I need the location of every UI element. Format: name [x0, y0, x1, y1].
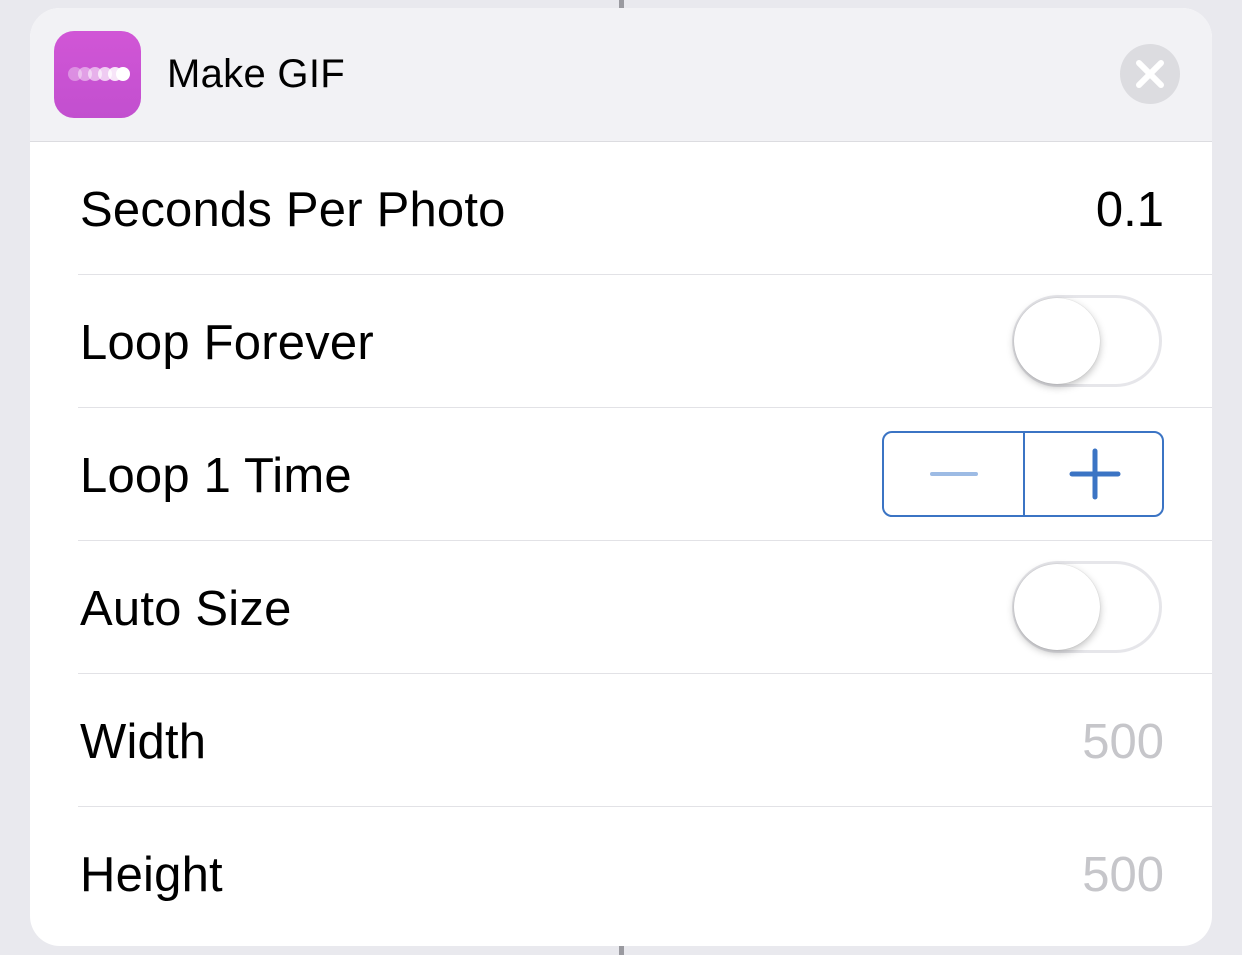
stepper-increment-button[interactable] — [1025, 433, 1164, 515]
loop-count-stepper — [882, 431, 1164, 517]
height-label: Height — [80, 848, 223, 902]
loop-forever-toggle[interactable] — [1012, 295, 1162, 387]
auto-size-label: Auto Size — [80, 582, 292, 636]
dot-6 — [116, 67, 130, 81]
loop-forever-label: Loop Forever — [80, 316, 374, 370]
toggle-knob — [1014, 564, 1100, 650]
stepper-decrement-button[interactable] — [884, 433, 1023, 515]
row-loop-forever: Loop Forever — [78, 275, 1212, 408]
seconds-per-photo-value[interactable]: 0.1 — [1096, 182, 1164, 238]
toggle-knob — [1014, 298, 1100, 384]
row-width[interactable]: Width 500 — [78, 674, 1212, 807]
action-title: Make GIF — [167, 52, 345, 96]
plus-icon — [1069, 448, 1121, 500]
seconds-per-photo-label: Seconds Per Photo — [80, 183, 506, 237]
loop-count-label: Loop 1 Time — [80, 449, 352, 503]
height-field[interactable]: 500 — [1082, 847, 1164, 903]
width-label: Width — [80, 715, 207, 769]
row-seconds-per-photo[interactable]: Seconds Per Photo 0.1 — [78, 142, 1212, 275]
make-gif-dots-icon — [54, 31, 141, 118]
action-card: Make GIF Seconds Per Photo 0.1 Loop Fore… — [30, 8, 1212, 946]
card-header: Make GIF — [30, 8, 1212, 142]
row-auto-size: Auto Size — [78, 541, 1212, 674]
close-x-icon — [1136, 60, 1164, 88]
close-button[interactable] — [1120, 44, 1180, 104]
auto-size-toggle[interactable] — [1012, 561, 1162, 653]
connector-line-bottom — [619, 946, 624, 955]
row-height[interactable]: Height 500 — [78, 807, 1212, 940]
width-field[interactable]: 500 — [1082, 714, 1164, 770]
connector-line-top — [619, 0, 624, 8]
row-loop-count: Loop 1 Time — [78, 408, 1212, 541]
minus-icon — [930, 472, 978, 476]
